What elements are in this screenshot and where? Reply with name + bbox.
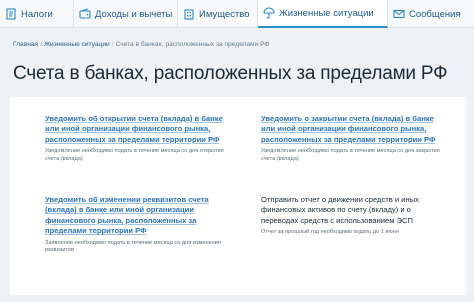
action-card-description: Отчет за прошлый год необходимо подать д…: [261, 229, 399, 236]
breadcrumb-current: Счета в банках, расположенных за предела…: [115, 41, 270, 48]
tab-property[interactable]: Имущество: [178, 0, 258, 28]
action-card-description: Заявление необходимо подать в течение ме…: [45, 239, 221, 254]
tab-label: Жизненные ситуации: [279, 7, 374, 19]
document-icon: [5, 8, 17, 20]
actions-panel: Уведомить об открытии счета (вклада) в б…: [10, 97, 466, 295]
action-card-close-account[interactable]: Уведомить о закрытии счета (вклада) в ба…: [261, 114, 443, 163]
breadcrumb: Главная / Жизненные ситуации / Счета в банка…: [13, 41, 269, 48]
top-nav-tabs: Налоги Доходы и вычеты Имущество Жизненн…: [0, 0, 474, 28]
action-card-title[interactable]: Уведомить об открытии счета (вклада) в б…: [45, 114, 227, 145]
tab-label: Доходы и вычеты: [95, 8, 173, 20]
action-card-title[interactable]: Отправить отчет о движении средств и ины…: [261, 195, 443, 226]
action-card-description: Уведомление необходимо подать в течение …: [45, 148, 224, 162]
tab-taxes[interactable]: Налоги: [0, 0, 74, 28]
tab-life-situations[interactable]: Жизненные ситуации: [258, 0, 388, 28]
envelope-icon: [393, 8, 405, 20]
action-card-change-details[interactable]: Уведомить об изменении реквизитов счета …: [45, 195, 227, 255]
breadcrumb-section-link[interactable]: Жизненные ситуации: [44, 41, 110, 48]
tab-messages[interactable]: Сообщения: [388, 0, 474, 28]
action-card-title[interactable]: Уведомить об изменении реквизитов счета …: [45, 195, 227, 237]
wallet-icon: [79, 8, 91, 20]
tab-income[interactable]: Доходы и вычеты: [74, 0, 178, 28]
umbrella-icon: [263, 7, 275, 19]
action-card-title[interactable]: Уведомить о закрытии счета (вклада) в ба…: [261, 114, 443, 145]
breadcrumb-home-link[interactable]: Главная: [13, 41, 38, 48]
action-card-description: Уведомление необходимо подать в течение …: [261, 148, 440, 162]
action-card-open-account[interactable]: Уведомить об открытии счета (вклада) в б…: [45, 114, 227, 163]
page-title: Счета в банках, расположенных за предела…: [13, 63, 448, 84]
tab-label: Налоги: [21, 8, 53, 20]
tab-label: Сообщения: [409, 8, 461, 20]
building-icon: [183, 8, 195, 20]
tab-label: Имущество: [199, 8, 250, 20]
action-card-send-report[interactable]: Отправить отчет о движении средств и ины…: [261, 195, 443, 237]
